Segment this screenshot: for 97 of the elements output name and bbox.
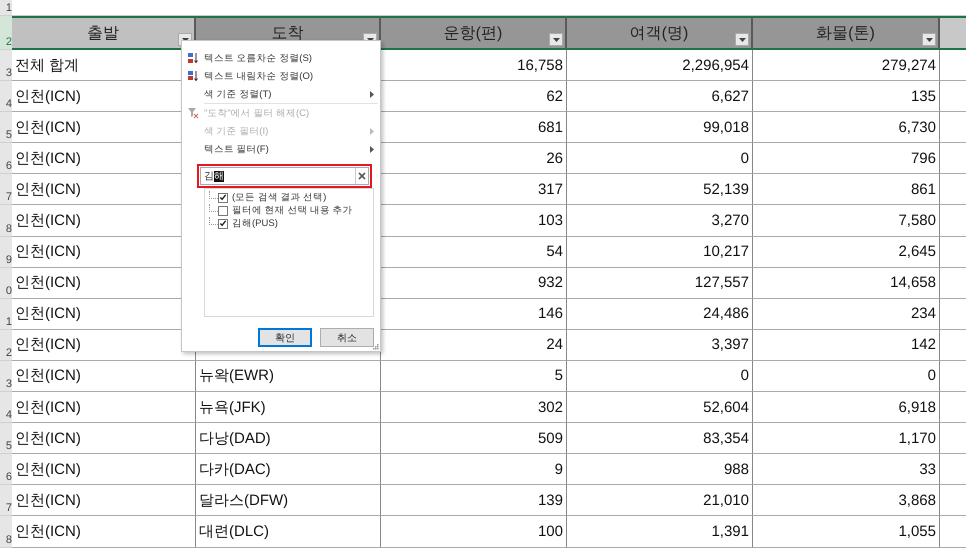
row-number[interactable]: 0 [0, 268, 12, 299]
sort-icon [187, 52, 199, 64]
ok-button[interactable]: 확인 [258, 328, 312, 347]
table-cell: 6,918 [753, 392, 940, 424]
row-number[interactable]: 7 [0, 174, 12, 206]
table-cell: 14,658 [753, 268, 940, 299]
table-cell: 인천(ICN) [12, 392, 196, 424]
table-cell: 21,010 [567, 485, 753, 516]
table-cell: 509 [381, 423, 567, 454]
table-cell: 인천(ICN) [12, 485, 196, 516]
filter-dropdown-button[interactable] [735, 33, 749, 46]
option-label[interactable]: 김해(PUS) [232, 217, 278, 230]
row-number[interactable]: 5 [0, 112, 12, 144]
table-cell: 861 [753, 174, 940, 206]
table-cell: 1,055 [753, 516, 940, 548]
table-cell: 135 [753, 81, 940, 112]
table-cell: 100 [381, 516, 567, 548]
row-number[interactable]: 3 [0, 50, 12, 82]
table-cell: 99,018 [567, 112, 753, 144]
table-cell: 142 [753, 330, 940, 361]
table-cell: 3,868 [753, 485, 940, 516]
table-cell: 2,296,954 [567, 50, 753, 82]
table-cell: 인천(ICN) [12, 360, 196, 392]
column-header: 화물(톤) [753, 16, 940, 50]
table-cell: 52,139 [567, 174, 753, 206]
row-number[interactable]: 8 [0, 516, 12, 548]
submenu-arrow-icon [370, 146, 374, 152]
table-cell: 3,397 [567, 330, 753, 361]
option-label[interactable]: (모든 검색 결과 선택) [232, 191, 326, 204]
table-cell: 5 [381, 360, 567, 392]
table-cell: 뉴욕(JFK) [196, 392, 381, 424]
table-cell: 10,217 [567, 236, 753, 268]
checkbox[interactable] [218, 206, 228, 216]
table-cell: 뉴왁(EWR) [196, 360, 381, 392]
cancel-button[interactable]: 취소 [320, 328, 374, 347]
column-header: 운항(편) [381, 16, 567, 50]
row-number[interactable]: 8 [0, 205, 12, 237]
table-cell: 24,486 [567, 298, 753, 330]
sort-icon [187, 70, 199, 82]
row-number[interactable]: 1 [0, 298, 12, 330]
table-cell: 139 [381, 485, 567, 516]
row-number[interactable]: 3 [0, 360, 12, 392]
caret-icon [738, 38, 746, 42]
table-cell: 796 [753, 143, 940, 174]
search-field[interactable]: 김해 [200, 167, 369, 185]
row-number[interactable]: 1 [0, 0, 12, 16]
table-cell: 302 [381, 392, 567, 424]
row-number[interactable]: 2 [0, 330, 12, 361]
column-header: 출발 [12, 16, 196, 50]
table-cell: 127,557 [567, 268, 753, 299]
clear-filter-icon [187, 107, 199, 119]
table-cell: 다낭(DAD) [196, 423, 381, 454]
table-cell: 9 [381, 454, 567, 486]
table-cell: 3,270 [567, 205, 753, 237]
row-number[interactable]: 4 [0, 392, 12, 424]
table-cell: 52,604 [567, 392, 753, 424]
table-cell: 인천(ICN) [12, 454, 196, 486]
table-cell: 279,274 [753, 50, 940, 82]
row-number[interactable]: 4 [0, 81, 12, 112]
table-cell: 달라스(DFW) [196, 485, 381, 516]
column-header: 여객(명) [567, 16, 753, 50]
table-cell: 0 [567, 360, 753, 392]
table-cell: 83,354 [567, 423, 753, 454]
table-cell: 1,391 [567, 516, 753, 548]
table-cell: 33 [753, 454, 940, 486]
table-cell: 6,627 [567, 81, 753, 112]
row-number[interactable]: 9 [0, 236, 12, 268]
clear-icon[interactable] [355, 168, 368, 184]
submenu-arrow-icon [370, 128, 374, 134]
table-cell: 7,580 [753, 205, 940, 237]
table-cell: 988 [567, 454, 753, 486]
row-number[interactable]: 7 [0, 485, 12, 516]
submenu-arrow-icon [370, 90, 374, 98]
table-cell: 234 [753, 298, 940, 330]
empty-column-header [940, 16, 966, 50]
caret-icon [552, 38, 560, 42]
row-number[interactable]: 6 [0, 143, 12, 174]
table-cell: 0 [753, 360, 940, 392]
table-cell: 0 [567, 143, 753, 174]
resize-grip-icon[interactable] [372, 343, 379, 350]
checkbox[interactable] [218, 218, 228, 228]
filter-dropdown-button[interactable] [549, 33, 563, 46]
filter-dropdown-button[interactable] [922, 33, 936, 46]
row-number[interactable]: 6 [0, 454, 12, 486]
row-number[interactable]: 2 [0, 16, 12, 50]
table-cell: 인천(ICN) [12, 423, 196, 454]
caret-icon [926, 38, 932, 42]
table-cell: 24 [381, 330, 567, 361]
row-number[interactable]: 5 [0, 423, 12, 454]
table-cell: 대련(DLC) [196, 516, 381, 548]
table-cell: 다카(DAC) [196, 454, 381, 486]
table-cell: 1,170 [753, 423, 940, 454]
option-label[interactable]: 필터에 현재 선택 내용 추가 [232, 204, 353, 217]
table-cell: 2,645 [753, 236, 940, 268]
checkbox[interactable] [218, 192, 228, 202]
table-cell: 인천(ICN) [12, 516, 196, 548]
table-cell: 6,730 [753, 112, 940, 144]
